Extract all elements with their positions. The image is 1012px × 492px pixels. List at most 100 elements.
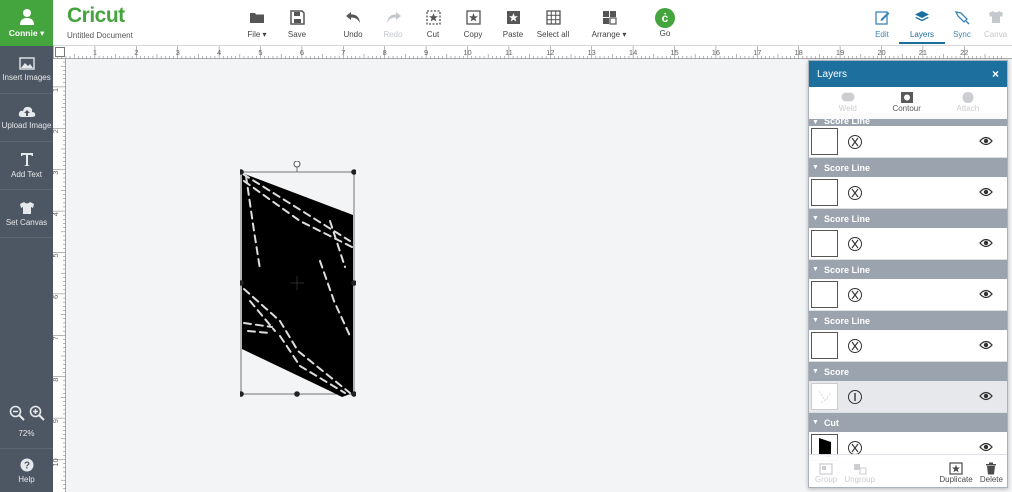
- sidebar-item-insert-images[interactable]: Insert Images: [0, 46, 53, 94]
- arrange-icon: [602, 10, 617, 25]
- shirt-icon: [19, 201, 34, 214]
- ruler-number: 15: [670, 48, 678, 57]
- visibility-eye-icon[interactable]: [979, 136, 993, 146]
- design-shape: [242, 173, 353, 397]
- visibility-eye-icon[interactable]: [979, 187, 993, 197]
- help-label: Help: [18, 474, 35, 484]
- save-button[interactable]: Save: [274, 8, 320, 39]
- user-icon: [19, 8, 34, 25]
- sidebar-item-label: Insert Images: [2, 73, 51, 82]
- go-button[interactable]: ċ Go: [642, 8, 688, 38]
- ruler-number: 8: [53, 378, 60, 382]
- layers-panel-header: Layers ×: [809, 61, 1007, 87]
- attach-button[interactable]: Attach: [957, 91, 979, 119]
- layers-panel-tools: Weld Contour Attach: [809, 87, 1007, 119]
- score-line-operation-icon[interactable]: [848, 185, 862, 200]
- copy-star-icon: [465, 9, 481, 25]
- layer-group-header[interactable]: ▼ Cut: [809, 413, 1007, 432]
- cut-operation-icon[interactable]: [848, 440, 862, 455]
- layer-row[interactable]: [809, 126, 1007, 158]
- ruler-number: 4: [53, 212, 60, 216]
- layer-thumbnail: [811, 230, 838, 257]
- layer-group-header[interactable]: ▼ Score: [809, 362, 1007, 381]
- sidebar-item-label: Add Text: [11, 170, 42, 179]
- layer-row[interactable]: [809, 177, 1007, 209]
- visibility-eye-icon[interactable]: [979, 289, 993, 299]
- folder-icon: [250, 12, 264, 23]
- score-line-operation-icon[interactable]: [848, 338, 862, 353]
- go-icon: ċ: [655, 8, 675, 28]
- ruler-number: 7: [341, 48, 345, 57]
- group-icon: [819, 463, 833, 475]
- zoom-out-icon[interactable]: [9, 405, 25, 421]
- layer-row[interactable]: [809, 279, 1007, 311]
- zoom-level: 72%: [18, 429, 35, 438]
- select-all-button[interactable]: Select all: [530, 8, 576, 39]
- layers-icon: [915, 11, 929, 22]
- ruler-number: 20: [877, 48, 885, 57]
- layer-row[interactable]: [809, 228, 1007, 260]
- delete-button[interactable]: Delete: [980, 462, 1003, 484]
- tab-canvas[interactable]: Canva: [979, 8, 1012, 39]
- zoom-controls: 72%: [0, 405, 53, 438]
- contour-button[interactable]: Contour: [892, 91, 921, 119]
- cut-star-icon: [425, 9, 441, 25]
- layer-list: ▼ Score Line ▼ Score Line ▼ Score Line ▼…: [809, 113, 1007, 464]
- duplicate-button[interactable]: Duplicate: [939, 462, 973, 484]
- help-button[interactable]: ? Help: [0, 448, 53, 492]
- vertical-ruler-scale: 1 2 3 4 5 6 7 8 9 10: [51, 61, 66, 489]
- attach-icon: [962, 92, 974, 103]
- paste-star-icon: [506, 10, 520, 24]
- ruler-number: 3: [53, 171, 60, 175]
- ruler-number: 3: [176, 48, 180, 57]
- top-toolbar: Cricut Untitled Document File ▾ Save Und…: [53, 0, 1012, 46]
- ruler-number: 14: [629, 48, 637, 57]
- score-operation-icon[interactable]: [848, 389, 862, 404]
- layer-row[interactable]: [809, 381, 1007, 413]
- layer-thumbnail: [811, 179, 838, 206]
- group-button[interactable]: Group: [815, 463, 837, 484]
- undo-icon: [345, 11, 360, 23]
- user-menu[interactable]: Connie ▾: [0, 0, 53, 46]
- sidebar-item-set-canvas[interactable]: Set Canvas: [0, 190, 53, 238]
- visibility-eye-icon[interactable]: [979, 442, 993, 452]
- layer-group-header[interactable]: ▼ Score Line: [809, 260, 1007, 279]
- layer-group-header[interactable]: ▼ Score Line: [809, 311, 1007, 330]
- score-line-operation-icon[interactable]: [848, 287, 862, 302]
- ruler-number: 5: [53, 253, 60, 257]
- collapse-caret-icon: ▼: [812, 368, 819, 375]
- visibility-eye-icon[interactable]: [979, 238, 993, 248]
- sidebar-item-add-text[interactable]: Add Text: [0, 142, 53, 190]
- score-line-operation-icon[interactable]: [848, 236, 862, 251]
- ruler-number: 6: [300, 48, 304, 57]
- image-icon: [18, 57, 35, 70]
- close-icon[interactable]: ×: [992, 67, 999, 81]
- rotate-handle[interactable]: [293, 161, 301, 168]
- layer-thumbnail: [811, 332, 838, 359]
- layer-thumbnail: [811, 128, 838, 155]
- layer-row[interactable]: [809, 330, 1007, 362]
- cricut-logo: Cricut: [67, 4, 125, 27]
- contour-icon: [900, 92, 913, 103]
- score-line-operation-icon[interactable]: [848, 134, 862, 149]
- collapse-caret-icon: ▼: [812, 419, 819, 426]
- arrange-menu-button[interactable]: Arrange ▾: [586, 8, 632, 39]
- zoom-in-icon[interactable]: [29, 405, 45, 421]
- ungroup-button[interactable]: Ungroup: [844, 463, 875, 484]
- weld-button[interactable]: Weld: [839, 91, 857, 119]
- ruler-number: 1: [93, 48, 97, 57]
- collapse-caret-icon: ▼: [812, 317, 819, 324]
- layer-group-header[interactable]: ▼ Score Line: [809, 158, 1007, 177]
- ruler-number: 5: [258, 48, 262, 57]
- visibility-eye-icon[interactable]: [979, 391, 993, 401]
- layer-group-header[interactable]: ▼ Score Line: [809, 209, 1007, 228]
- ruler-number: 6: [53, 295, 60, 299]
- selected-design[interactable]: [240, 161, 356, 398]
- ruler-number: 1: [53, 88, 60, 92]
- sidebar-item-upload-image[interactable]: Upload Image: [0, 94, 53, 142]
- layers-panel-footer: Group Ungroup Duplicate Delete: [809, 454, 1007, 487]
- sync-icon: [954, 10, 970, 25]
- layers-panel-title: Layers: [817, 68, 848, 80]
- visibility-eye-icon[interactable]: [979, 340, 993, 350]
- document-title[interactable]: Untitled Document: [67, 31, 133, 40]
